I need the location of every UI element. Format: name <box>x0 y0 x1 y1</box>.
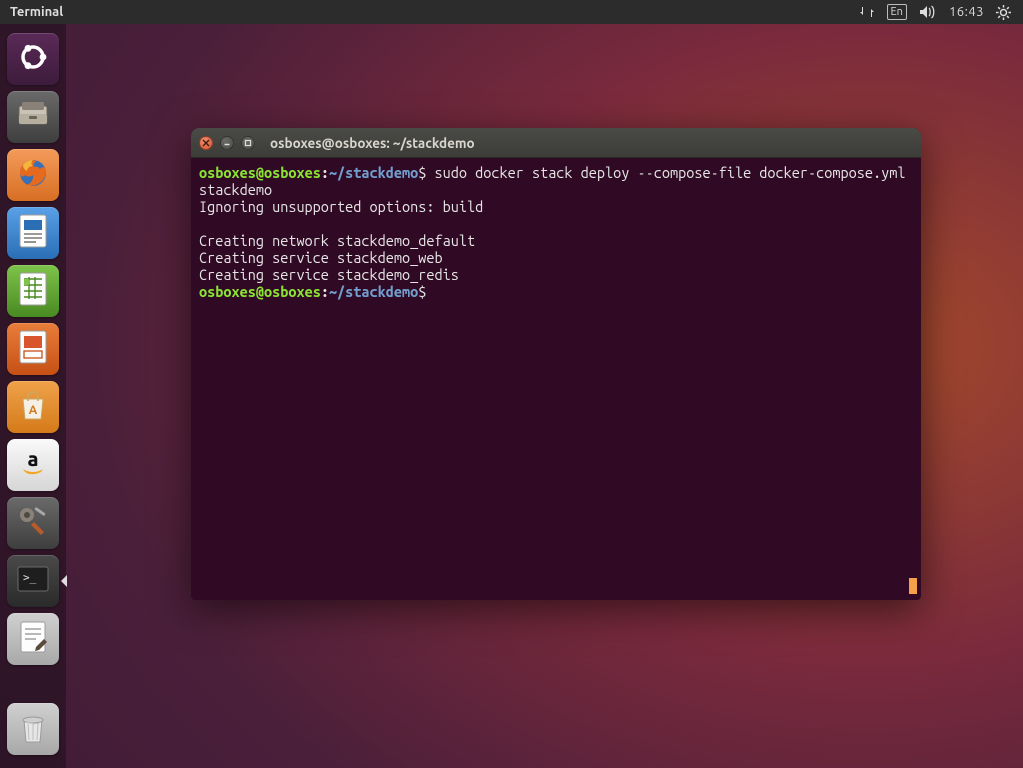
impress-icon <box>18 329 48 369</box>
terminal-window: osboxes@osboxes: ~/stackdemo osboxes@osb… <box>191 128 921 600</box>
output-line-3: Creating service stackdemo_web <box>199 249 443 266</box>
trash-icon <box>18 710 48 748</box>
ubuntu-logo-icon <box>16 40 50 78</box>
gear-icon[interactable] <box>996 5 1011 20</box>
window-maximize-button[interactable] <box>241 136 255 150</box>
prompt-host-2: osboxes <box>264 283 321 300</box>
launcher: A a >_ <box>0 24 66 768</box>
calc-icon <box>18 271 48 311</box>
keyboard-language-indicator[interactable]: En <box>887 4 907 20</box>
launcher-item-texteditor[interactable] <box>7 613 59 665</box>
volume-icon[interactable] <box>919 5 937 19</box>
writer-icon <box>18 213 48 253</box>
prompt-at-2: @ <box>256 283 264 300</box>
launcher-item-writer[interactable] <box>7 207 59 259</box>
text-editor-icon <box>18 619 48 659</box>
launcher-item-files[interactable] <box>7 91 59 143</box>
launcher-item-impress[interactable] <box>7 323 59 375</box>
svg-text:a: a <box>27 447 38 470</box>
active-app-title: Terminal <box>10 5 63 19</box>
launcher-item-settings[interactable] <box>7 497 59 549</box>
window-titlebar[interactable]: osboxes@osboxes: ~/stackdemo <box>191 128 921 158</box>
top-panel: Terminal En 16:43 <box>0 0 1023 24</box>
prompt-at: @ <box>256 164 264 181</box>
terminal-body[interactable]: osboxes@osboxes:~/stackdemo$ sudo docker… <box>191 158 921 600</box>
terminal-cursor <box>909 578 917 594</box>
launcher-item-software[interactable]: A <box>7 381 59 433</box>
command-text-2 <box>426 283 434 300</box>
launcher-item-firefox[interactable] <box>7 149 59 201</box>
launcher-item-dash[interactable] <box>7 33 59 85</box>
window-close-button[interactable] <box>199 136 213 150</box>
amazon-icon: a <box>17 447 49 483</box>
prompt-path-2: ~/stackdemo <box>329 283 418 300</box>
wrench-gear-icon <box>16 504 50 542</box>
shopping-bag-icon: A <box>18 389 48 425</box>
output-line-2: Creating network stackdemo_default <box>199 232 475 249</box>
svg-text:A: A <box>29 404 38 417</box>
prompt-user: osboxes <box>199 164 256 181</box>
launcher-item-trash[interactable] <box>7 703 59 755</box>
files-icon <box>16 100 50 134</box>
output-line-4: Creating service stackdemo_redis <box>199 266 459 283</box>
window-minimize-button[interactable] <box>220 136 234 150</box>
prompt-host: osboxes <box>264 164 321 181</box>
clock[interactable]: 16:43 <box>949 5 984 19</box>
prompt-colon-2: : <box>321 283 329 300</box>
firefox-icon <box>15 155 51 195</box>
prompt-colon: : <box>321 164 329 181</box>
launcher-item-amazon[interactable]: a <box>7 439 59 491</box>
prompt-user-2: osboxes <box>199 283 256 300</box>
prompt-path: ~/stackdemo <box>329 164 418 181</box>
launcher-item-terminal[interactable]: >_ <box>7 555 59 607</box>
svg-text:>_: >_ <box>23 571 37 584</box>
output-line-0: Ignoring unsupported options: build <box>199 198 483 215</box>
terminal-icon: >_ <box>16 565 50 597</box>
network-icon[interactable] <box>859 5 875 19</box>
window-title: osboxes@osboxes: ~/stackdemo <box>270 135 475 151</box>
launcher-item-calc[interactable] <box>7 265 59 317</box>
